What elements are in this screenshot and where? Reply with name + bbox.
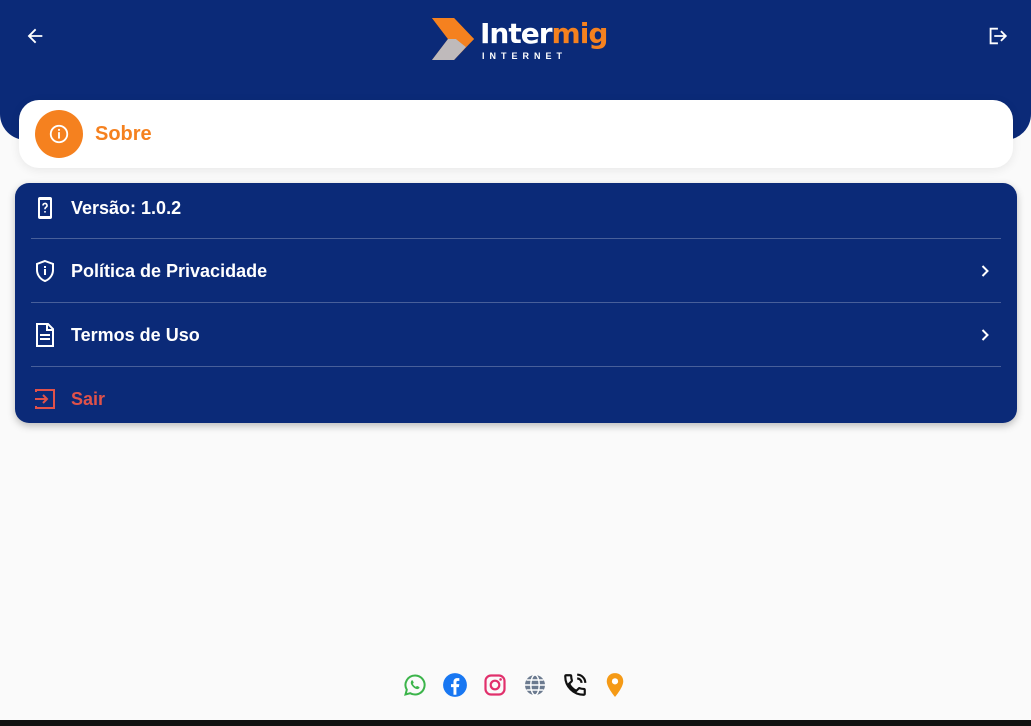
document-icon: [31, 321, 59, 349]
about-menu-card: Versão: 1.0.2 Política de Privacidade Te…: [15, 183, 1017, 423]
facebook-icon[interactable]: [442, 670, 468, 700]
chevron-right-icon: [973, 323, 997, 347]
phone-icon[interactable]: [562, 670, 588, 700]
privacy-policy-row[interactable]: Política de Privacidade: [31, 243, 1001, 299]
terms-of-use-row[interactable]: Termos de Uso: [31, 307, 1001, 363]
exit-label: Sair: [71, 388, 106, 409]
bottom-bar: [0, 720, 1031, 726]
logout-icon: [989, 27, 1008, 45]
phone-help-icon: [31, 194, 59, 222]
social-links: [402, 670, 628, 700]
logout-button[interactable]: [981, 20, 1013, 52]
section-title: Sobre: [95, 122, 152, 145]
website-icon[interactable]: [522, 670, 548, 700]
intermig-logo: Intermig INTERNET: [430, 16, 609, 64]
exit-row[interactable]: Sair: [31, 371, 1001, 427]
shield-info-icon: [31, 257, 59, 285]
logo-subtitle: INTERNET: [482, 51, 567, 61]
divider: [31, 366, 1001, 367]
chevron-right-icon: [973, 259, 997, 283]
arrow-left-icon: [27, 28, 43, 44]
logo-wordmark: Intermig: [480, 17, 609, 50]
location-icon[interactable]: [602, 670, 628, 700]
back-button[interactable]: [19, 20, 51, 52]
whatsapp-icon[interactable]: [402, 670, 428, 700]
terms-of-use-label: Termos de Uso: [71, 324, 200, 345]
instagram-icon[interactable]: [482, 670, 508, 700]
version-label: Versão: 1.0.2: [71, 197, 182, 218]
exit-icon: [31, 385, 59, 413]
version-row: Versão: 1.0.2: [31, 180, 1001, 236]
logo-mark-icon: [432, 18, 474, 60]
privacy-policy-label: Política de Privacidade: [71, 260, 268, 281]
section-header-card: Sobre: [19, 100, 1013, 168]
logo-word-white: Inter: [480, 17, 553, 50]
section-icon-circle: [35, 110, 83, 158]
divider: [31, 302, 1001, 303]
divider: [31, 238, 1001, 239]
info-icon: [49, 124, 69, 144]
logo-word-orange: mig: [551, 17, 609, 50]
